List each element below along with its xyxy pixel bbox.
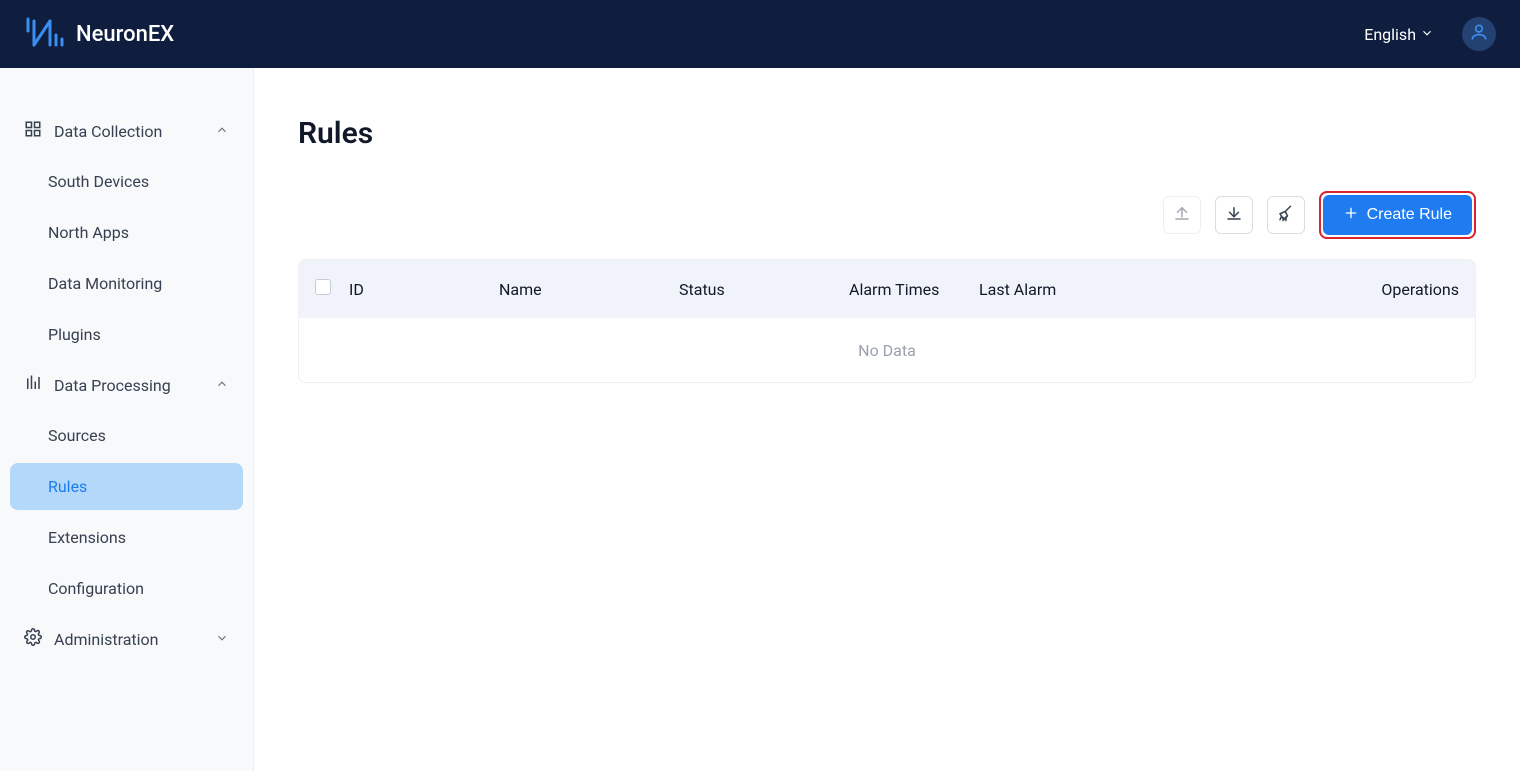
sidebar-item-rules[interactable]: Rules [10, 463, 243, 510]
column-header-operations: Operations [1309, 280, 1459, 299]
create-rule-highlight: Create Rule [1319, 191, 1476, 239]
select-all-checkbox[interactable] [315, 279, 331, 295]
sidebar-group-label: Data Collection [54, 122, 162, 141]
create-rule-label: Create Rule [1367, 206, 1452, 224]
chevron-down-icon [1420, 25, 1434, 44]
create-rule-button[interactable]: Create Rule [1323, 195, 1472, 235]
download-icon [1225, 204, 1243, 226]
sidebar-item-extensions[interactable]: Extensions [10, 514, 243, 561]
language-label: English [1364, 25, 1416, 44]
sidebar-group-label: Data Processing [54, 376, 171, 395]
header-actions: English [1364, 17, 1496, 51]
sidebar-item-north-apps[interactable]: North Apps [10, 209, 243, 256]
chevron-up-icon [215, 122, 229, 141]
page-title: Rules [298, 116, 1476, 151]
plus-icon [1343, 205, 1359, 226]
brand-name: NeuronEX [76, 22, 174, 47]
broom-icon [1277, 204, 1295, 226]
sidebar-item-south-devices[interactable]: South Devices [10, 158, 243, 205]
column-header-id: ID [349, 280, 499, 299]
column-header-alarm-times: Alarm Times [849, 280, 979, 299]
sidebar-item-configuration[interactable]: Configuration [10, 565, 243, 612]
sidebar-item-data-monitoring[interactable]: Data Monitoring [10, 260, 243, 307]
sidebar: Data Collection South Devices North Apps… [0, 68, 254, 771]
chevron-down-icon [215, 630, 229, 649]
sidebar-group-data-processing[interactable]: Data Processing [10, 362, 243, 408]
column-header-status: Status [679, 280, 849, 299]
user-avatar[interactable] [1462, 17, 1496, 51]
sidebar-item-plugins[interactable]: Plugins [10, 311, 243, 358]
app-header: NeuronEX English [0, 0, 1520, 68]
language-selector[interactable]: English [1364, 25, 1434, 44]
chevron-up-icon [215, 376, 229, 395]
toolbar: Create Rule [298, 191, 1476, 239]
sidebar-group-administration[interactable]: Administration [10, 616, 243, 662]
logo-icon [24, 15, 66, 53]
gear-icon [24, 628, 42, 650]
clear-button[interactable] [1267, 196, 1305, 234]
main-content: Rules [254, 68, 1520, 771]
upload-icon [1173, 204, 1191, 226]
upload-button[interactable] [1163, 196, 1201, 234]
column-header-name: Name [499, 280, 679, 299]
brand-group: NeuronEX [24, 15, 174, 53]
download-button[interactable] [1215, 196, 1253, 234]
data-processing-icon [24, 374, 42, 396]
rules-table: ID Name Status Alarm Times Last Alarm Op… [298, 259, 1476, 383]
column-header-last-alarm: Last Alarm [979, 280, 1309, 299]
table-header: ID Name Status Alarm Times Last Alarm Op… [299, 260, 1475, 318]
sidebar-group-label: Administration [54, 630, 159, 649]
data-collection-icon [24, 120, 42, 142]
table-empty-state: No Data [299, 318, 1475, 382]
user-icon [1469, 22, 1489, 46]
sidebar-item-sources[interactable]: Sources [10, 412, 243, 459]
sidebar-group-data-collection[interactable]: Data Collection [10, 108, 243, 154]
